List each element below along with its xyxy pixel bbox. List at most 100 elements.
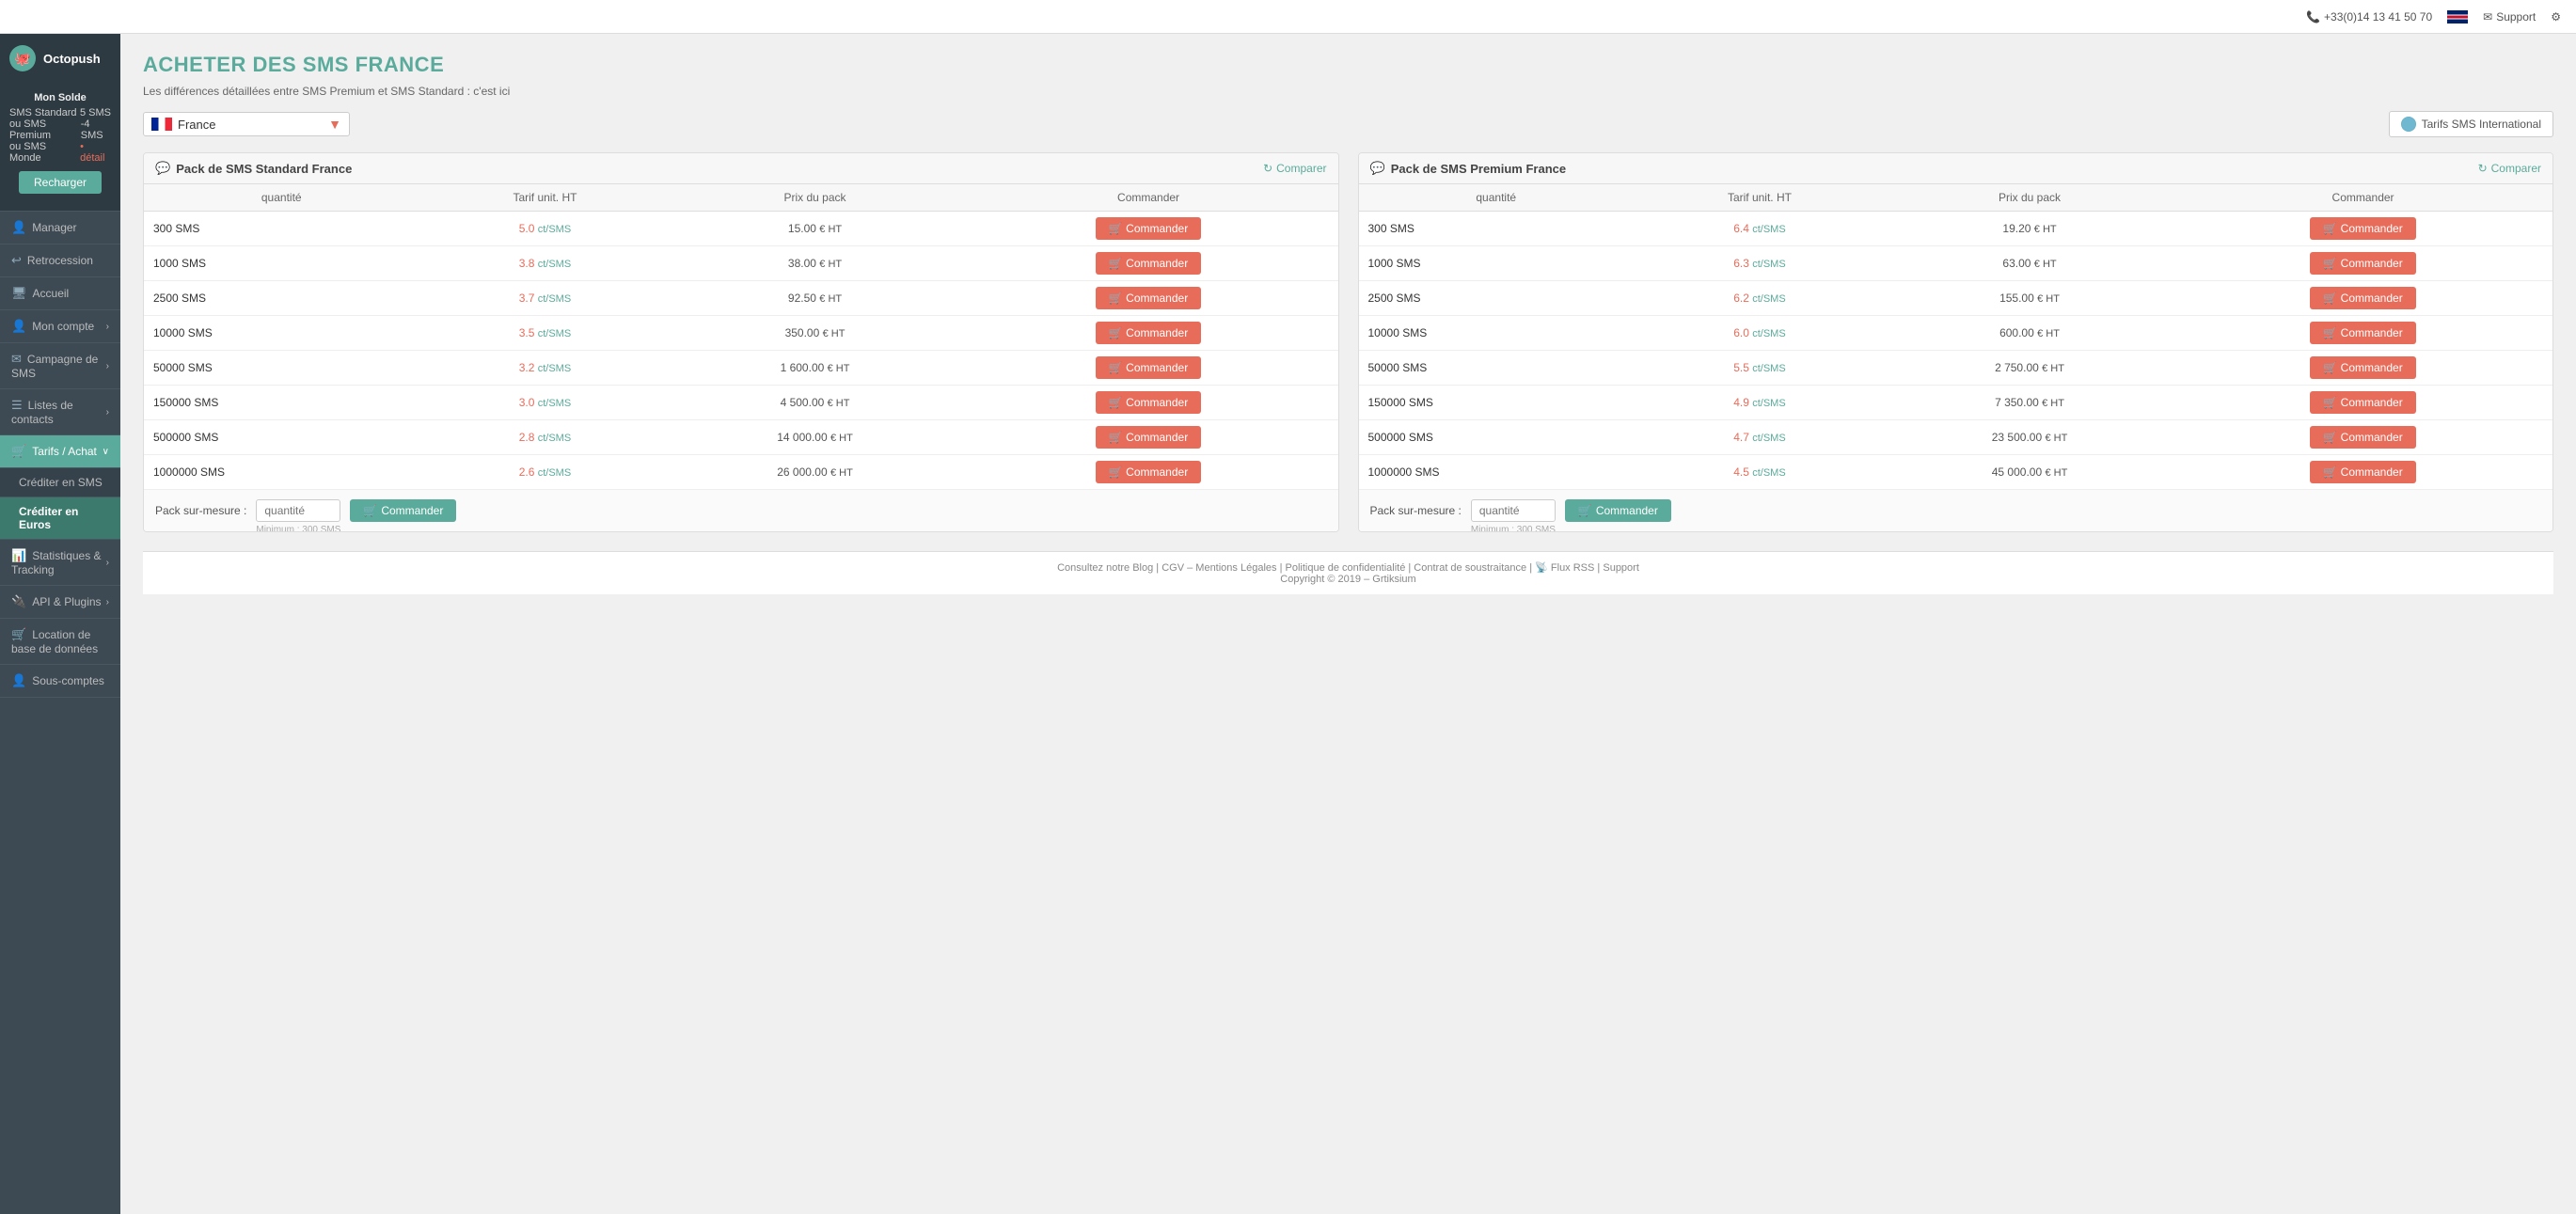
premium-custom-commander-button[interactable]: 🛒 Commander: [1565, 499, 1671, 522]
footer-copyright: Copyright © 2019 – Grtiksium: [152, 574, 2544, 585]
commander-cell: 🛒 Commander: [2173, 420, 2552, 455]
sidebar-item-retrocession[interactable]: ↩Retrocession: [0, 244, 120, 277]
qty-cell: 300 SMS: [144, 212, 419, 246]
prix-cell: 14 000.00 € HT: [671, 420, 958, 455]
commander-button[interactable]: 🛒 Commander: [1096, 287, 1201, 309]
sidebar-item-api-plugins[interactable]: 🔌API & Plugins ›: [0, 586, 120, 619]
table-row: 1000 SMS 6.3 ct/SMS 63.00 € HT 🛒 Command…: [1359, 246, 2553, 281]
campagne-label: Campagne de SMS: [11, 353, 98, 380]
table-row: 2500 SMS 6.2 ct/SMS 155.00 € HT 🛒 Comman…: [1359, 281, 2553, 316]
premium-compare-label: Comparer: [2491, 162, 2541, 175]
commander-button[interactable]: 🛒 Commander: [1096, 322, 1201, 344]
language-selector[interactable]: [2447, 10, 2468, 24]
chevron-right-icon2: ›: [106, 361, 109, 371]
standard-panel: 💬 Pack de SMS Standard France ↻ Comparer…: [143, 152, 1339, 532]
premium-panel: 💬 Pack de SMS Premium France ↻ Comparer …: [1358, 152, 2554, 532]
prix-cell: 155.00 € HT: [1886, 281, 2173, 316]
tarifs-icon: 🛒: [11, 444, 26, 458]
sidebar-item-accueil[interactable]: 🖥Accueil: [0, 277, 120, 310]
detail-link[interactable]: • détail: [80, 141, 111, 164]
sidebar-item-campagne-sms[interactable]: ✉Campagne de SMS ›: [0, 343, 120, 389]
table-row: 50000 SMS 3.2 ct/SMS 1 600.00 € HT 🛒 Com…: [144, 351, 1338, 386]
sidebar-item-mon-compte[interactable]: 👤Mon compte ›: [0, 310, 120, 343]
qty-cell: 300 SMS: [1359, 212, 1634, 246]
commander-cell: 🛒 Commander: [2173, 316, 2552, 351]
sidebar-item-location-bdd[interactable]: 🛒Location de base de données: [0, 619, 120, 665]
table-row: 50000 SMS 5.5 ct/SMS 2 750.00 € HT 🛒 Com…: [1359, 351, 2553, 386]
chevron-right-icon3: ›: [106, 407, 109, 418]
qty-cell: 1000 SMS: [144, 246, 419, 281]
retrocession-label: Retrocession: [27, 254, 93, 267]
footer-cgv-link[interactable]: CGV – Mentions Légales: [1162, 562, 1276, 574]
sidebar-item-crediter-euros[interactable]: Créditer en Euros: [0, 497, 120, 540]
commander-button[interactable]: 🛒 Commander: [1096, 426, 1201, 449]
footer-blog-link[interactable]: Consultez notre Blog: [1057, 562, 1153, 574]
footer-support-link[interactable]: Support: [1603, 562, 1639, 574]
sms-standard-value: 5 SMS: [80, 107, 111, 118]
location-icon: 🛒: [11, 627, 26, 641]
commander-button[interactable]: 🛒 Commander: [1096, 217, 1201, 240]
commander-button[interactable]: 🛒 Commander: [2310, 461, 2415, 483]
commander-button[interactable]: 🛒 Commander: [2310, 356, 2415, 379]
sms-premium-label: ou SMS Premium: [9, 118, 81, 141]
premium-custom-min: Minimum : 300 SMS: [1471, 525, 1556, 532]
tarif-cell: 6.2 ct/SMS: [1634, 281, 1886, 316]
qty-cell: 150000 SMS: [144, 386, 419, 420]
commander-cell: 🛒 Commander: [2173, 455, 2552, 490]
commander-button[interactable]: 🛒 Commander: [1096, 461, 1201, 483]
footer-contrat-link[interactable]: Contrat de soustraitance: [1414, 562, 1526, 574]
sidebar-logo: 🐙 Octopush: [0, 34, 120, 83]
standard-custom-min: Minimum : 300 SMS: [256, 525, 340, 532]
table-row: 1000000 SMS 4.5 ct/SMS 45 000.00 € HT 🛒 …: [1359, 455, 2553, 490]
settings-icon[interactable]: ⚙: [2551, 10, 2561, 24]
commander-cell: 🛒 Commander: [2173, 281, 2552, 316]
sidebar-item-sous-comptes[interactable]: 👤Sous-comptes: [0, 665, 120, 698]
country-selector[interactable]: France ▼: [143, 112, 350, 136]
prix-cell: 63.00 € HT: [1886, 246, 2173, 281]
sidebar-item-tarifs-achat[interactable]: 🛒Tarifs / Achat ∨: [0, 435, 120, 468]
commander-button[interactable]: 🛒 Commander: [2310, 426, 2415, 449]
commander-cell: 🛒 Commander: [2173, 386, 2552, 420]
intl-tarifs-button[interactable]: Tarifs SMS International: [2389, 111, 2553, 137]
chevron-down-icon: ∨: [103, 447, 109, 457]
refresh-icon2: ↻: [2478, 162, 2488, 175]
commander-button[interactable]: 🛒 Commander: [1096, 356, 1201, 379]
standard-custom-input[interactable]: [256, 499, 340, 522]
footer-politique-link[interactable]: Politique de confidentialité: [1286, 562, 1406, 574]
standard-compare-button[interactable]: ↻ Comparer: [1263, 162, 1326, 175]
sidebar-item-manager[interactable]: 👤Manager: [0, 212, 120, 244]
commander-button[interactable]: 🛒 Commander: [2310, 322, 2415, 344]
qty-cell: 2500 SMS: [144, 281, 419, 316]
premium-compare-button[interactable]: ↻ Comparer: [2478, 162, 2541, 175]
logo-icon: 🐙: [9, 45, 36, 71]
recharge-button[interactable]: Recharger: [19, 171, 102, 194]
commander-button[interactable]: 🛒 Commander: [2310, 391, 2415, 414]
qty-cell: 1000000 SMS: [144, 455, 419, 490]
standard-panel-header: 💬 Pack de SMS Standard France ↻ Comparer: [144, 153, 1338, 184]
standard-custom-commander-button[interactable]: 🛒 Commander: [350, 499, 456, 522]
tarif-cell: 3.0 ct/SMS: [419, 386, 671, 420]
commander-button[interactable]: 🛒 Commander: [1096, 391, 1201, 414]
tarif-cell: 3.8 ct/SMS: [419, 246, 671, 281]
commander-button[interactable]: 🛒 Commander: [2310, 287, 2415, 309]
commander-button[interactable]: 🛒 Commander: [1096, 252, 1201, 275]
prix-cell: 7 350.00 € HT: [1886, 386, 2173, 420]
commander-button[interactable]: 🛒 Commander: [2310, 217, 2415, 240]
standard-panel-title: Pack de SMS Standard France: [176, 162, 352, 176]
support-link[interactable]: ✉ Support: [2483, 10, 2536, 24]
commander-button[interactable]: 🛒 Commander: [2310, 252, 2415, 275]
tarif-cell: 6.3 ct/SMS: [1634, 246, 1886, 281]
country-label: France: [178, 118, 323, 132]
qty-cell: 500000 SMS: [1359, 420, 1634, 455]
sous-comptes-label: Sous-comptes: [32, 674, 104, 687]
mon-compte-label: Mon compte: [32, 320, 94, 333]
prix-cell: 4 500.00 € HT: [671, 386, 958, 420]
premium-custom-input[interactable]: [1471, 499, 1556, 522]
sidebar-item-listes-contacts[interactable]: ☰Listes de contacts ›: [0, 389, 120, 435]
standard-custom-input-wrap: Minimum : 300 SMS: [256, 499, 340, 522]
page-title: ACHETER DES SMS FRANCE: [143, 53, 2553, 77]
sidebar-item-crediter-sms[interactable]: Créditer en SMS: [0, 468, 120, 497]
standard-table: quantité Tarif unit. HT Prix du pack Com…: [144, 184, 1338, 489]
sidebar-item-statistiques[interactable]: 📊Statistiques & Tracking ›: [0, 540, 120, 586]
footer-rss-link[interactable]: Flux RSS: [1551, 562, 1594, 574]
